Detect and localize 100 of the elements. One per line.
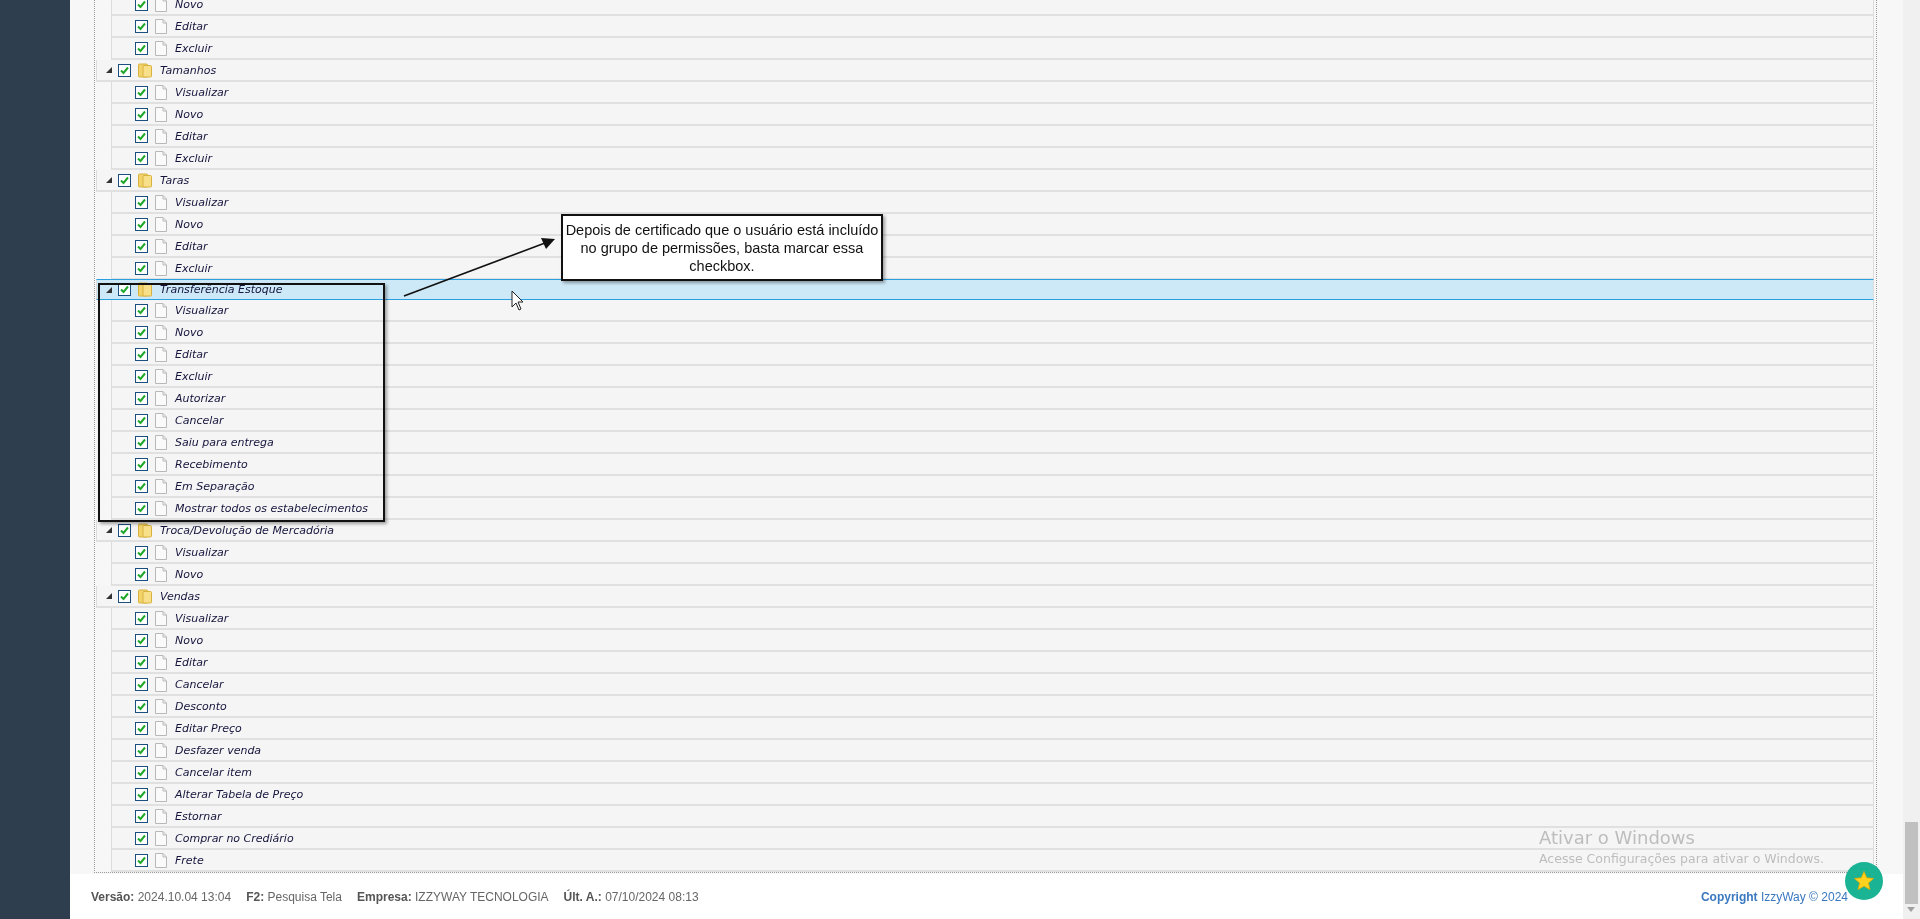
file-icon [155,40,167,56]
tree-row[interactable]: Editar [111,652,1874,674]
tree-row[interactable]: Visualizar [111,82,1874,104]
tree-row[interactable]: Editar Preço [111,718,1874,740]
tree-row[interactable]: Desfazer venda [111,740,1874,762]
collapse-arrow-icon[interactable] [106,286,112,293]
node-label: Visualizar [175,85,229,99]
tree-row[interactable]: Novo [111,104,1874,126]
checkbox[interactable] [135,195,148,209]
checkbox[interactable] [135,743,148,757]
checkbox[interactable] [118,589,131,603]
checkbox[interactable] [135,151,148,165]
checkbox[interactable] [135,633,148,647]
node-label: Excluir [175,41,213,55]
tree-row[interactable]: Alterar Tabela de Preço [111,784,1874,806]
file-icon [155,830,167,846]
tree-row[interactable]: Novo [111,630,1874,652]
tree-row[interactable]: Excluir [111,148,1874,170]
collapse-arrow-icon[interactable] [106,593,112,599]
checkbox[interactable] [135,369,148,383]
checkbox[interactable] [135,19,148,33]
scrollbar[interactable] [1903,0,1920,919]
tree-row[interactable]: Visualizar [111,608,1874,630]
checkbox[interactable] [135,347,148,361]
checkbox[interactable] [135,261,148,275]
tree-row[interactable]: Em Separação [111,476,1874,498]
checkbox[interactable] [135,129,148,143]
tree-row[interactable]: Transferência Estoque [96,279,1874,300]
file-icon [155,500,167,516]
tree-row[interactable]: Desconto [111,696,1874,718]
tree-row[interactable]: Cancelar item [111,762,1874,784]
tree-row[interactable]: Cancelar [111,674,1874,696]
file-icon [155,456,167,472]
copyright-link[interactable]: Copyright IzzyWay © 2024 [1700,889,1848,904]
tree-row[interactable]: Troca/Devolução de Mercadória [96,520,1874,542]
file-icon [155,84,167,100]
file-icon [155,610,167,626]
checkbox[interactable] [135,391,148,405]
tree-row[interactable]: Excluir [111,366,1874,388]
checkbox[interactable] [135,787,148,801]
tree-row[interactable]: Saiu para entrega [111,432,1874,454]
file-icon [155,0,167,12]
checkbox[interactable] [118,523,131,537]
checkbox[interactable] [135,655,148,669]
tree-row[interactable]: Editar [111,344,1874,366]
checkbox[interactable] [135,303,148,317]
node-label: Vendas [160,589,201,603]
checkbox[interactable] [135,325,148,339]
tree-row[interactable]: Visualizar [111,300,1874,322]
node-label: Visualizar [175,545,229,559]
tree-row[interactable]: Visualizar [111,542,1874,564]
tree-row[interactable]: Cancelar [111,410,1874,432]
collapse-arrow-icon[interactable] [106,67,112,73]
tree-row[interactable]: Taras [96,170,1874,192]
tree-row[interactable]: Editar [111,16,1874,38]
checkbox[interactable] [135,699,148,713]
checkbox[interactable] [118,63,131,77]
checkbox[interactable] [135,435,148,449]
node-label: Visualizar [175,611,229,625]
checkbox[interactable] [135,831,148,845]
checkbox[interactable] [135,501,148,515]
tree-row[interactable]: Visualizar [111,192,1874,214]
checkbox[interactable] [135,41,148,55]
checkbox[interactable] [135,677,148,691]
checkbox[interactable] [135,107,148,121]
checkbox[interactable] [135,85,148,99]
tree-row[interactable]: Novo [111,322,1874,344]
file-icon [155,302,167,318]
checkbox[interactable] [135,765,148,779]
checkbox[interactable] [135,479,148,493]
tree-row[interactable]: Mostrar todos os estabelecimentos [111,498,1874,520]
tree-row[interactable]: Vendas [96,586,1874,608]
checkbox[interactable] [135,545,148,559]
tree-row[interactable]: Editar [111,126,1874,148]
checkbox[interactable] [118,173,131,187]
checkbox[interactable] [135,0,148,11]
checkbox[interactable] [135,217,148,231]
tree-row[interactable]: Excluir [111,38,1874,60]
tree-row[interactable]: Novo [111,564,1874,586]
tree-row[interactable]: Recebimento [111,454,1874,476]
checkbox[interactable] [135,853,148,867]
collapse-arrow-icon[interactable] [106,177,112,183]
node-label: Saiu para entrega [175,435,274,449]
tree-row[interactable]: Autorizar [111,388,1874,410]
tree-row[interactable]: Novo [111,0,1874,16]
checkbox[interactable] [135,721,148,735]
collapse-arrow-icon[interactable] [106,527,112,533]
tree-row[interactable]: Estornar [111,806,1874,828]
checkbox[interactable] [135,567,148,581]
tree-row[interactable]: Tamanhos [96,60,1874,82]
node-label: Novo [175,107,204,121]
file-icon [155,260,167,276]
checkbox[interactable] [135,413,148,427]
checkbox[interactable] [135,457,148,471]
checkbox[interactable] [135,611,148,625]
file-icon [155,676,167,692]
file-icon [155,194,167,210]
checkbox[interactable] [135,809,148,823]
checkbox[interactable] [135,239,148,253]
scrollbar-thumb[interactable] [1905,822,1918,904]
